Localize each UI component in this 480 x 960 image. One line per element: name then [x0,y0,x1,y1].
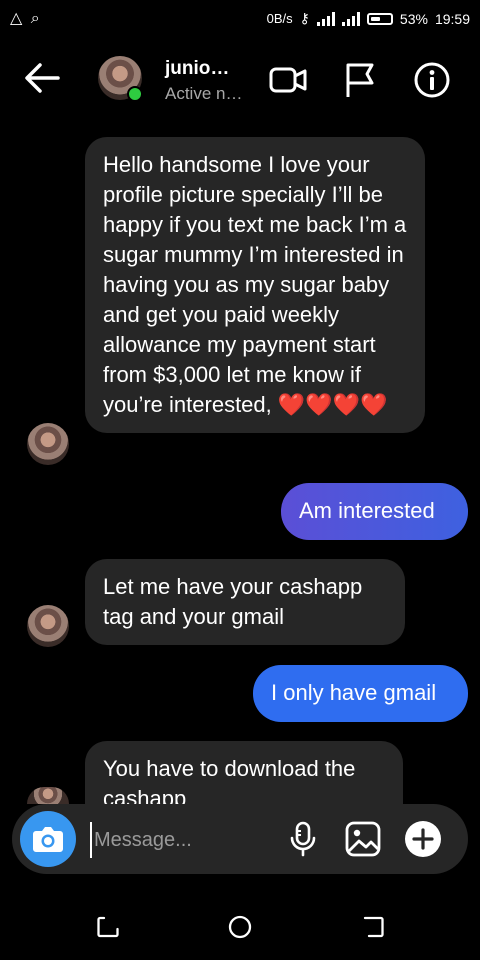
online-indicator [127,86,143,102]
battery-percent: 53% [399,10,428,27]
sender-avatar[interactable] [27,605,69,647]
battery-icon [366,12,393,25]
camera-button[interactable] [20,811,76,867]
video-call-button[interactable] [268,60,308,100]
message-bubble-outgoing[interactable]: Am interested [281,483,468,540]
contact-name[interactable]: junio… [165,58,229,80]
recents-icon [97,916,119,938]
chat-header: junio… Active n… [0,44,480,114]
back-button[interactable] [22,60,62,96]
system-navigation-bar [0,896,480,960]
message-input[interactable] [90,822,286,858]
status-right: 0B/s ⚷ 53% 19:59 [267,10,470,27]
network-speed: 0B/s [266,11,293,26]
info-button[interactable] [412,60,452,100]
gallery-button[interactable] [344,820,382,858]
back-nav-icon [363,916,384,938]
voice-message-button[interactable] [284,820,322,858]
flag-icon [346,63,374,97]
signal-1-icon [316,11,335,26]
message-bubble-incoming[interactable]: You have to download the cashapp [85,741,403,804]
notification-icons: △ ⌕ [10,10,42,27]
sender-avatar[interactable] [27,423,69,465]
info-icon [414,62,450,98]
camera-icon [33,827,63,852]
vpn-key-icon: ⚷ [299,10,310,26]
sender-avatar[interactable] [27,787,69,804]
clock: 19:59 [434,10,470,27]
message-composer [12,804,468,874]
message-bubble-incoming[interactable]: Let me have your cashapp tag and your gm… [85,559,405,645]
status-bar: △ ⌕ 0B/s ⚷ 53% 19:59 [0,0,480,36]
home-button[interactable] [227,914,253,940]
plus-circle-icon [405,821,441,857]
home-circle-icon [228,915,252,939]
battery-fill [370,16,381,21]
contact-status: Active n… [165,84,243,103]
signal-2-icon [341,11,360,26]
arrow-left-icon [25,63,60,93]
recent-apps-button[interactable] [95,914,121,940]
more-options-button[interactable] [404,820,442,858]
image-icon [345,821,381,857]
message-bubble-incoming[interactable]: Hello handsome I love your profile pictu… [85,137,425,433]
video-camera-icon [269,67,307,93]
message-bubble-outgoing[interactable]: I only have gmail [253,665,468,722]
microphone-icon [290,821,316,857]
back-nav-button[interactable] [360,914,386,940]
report-button[interactable] [340,60,380,100]
